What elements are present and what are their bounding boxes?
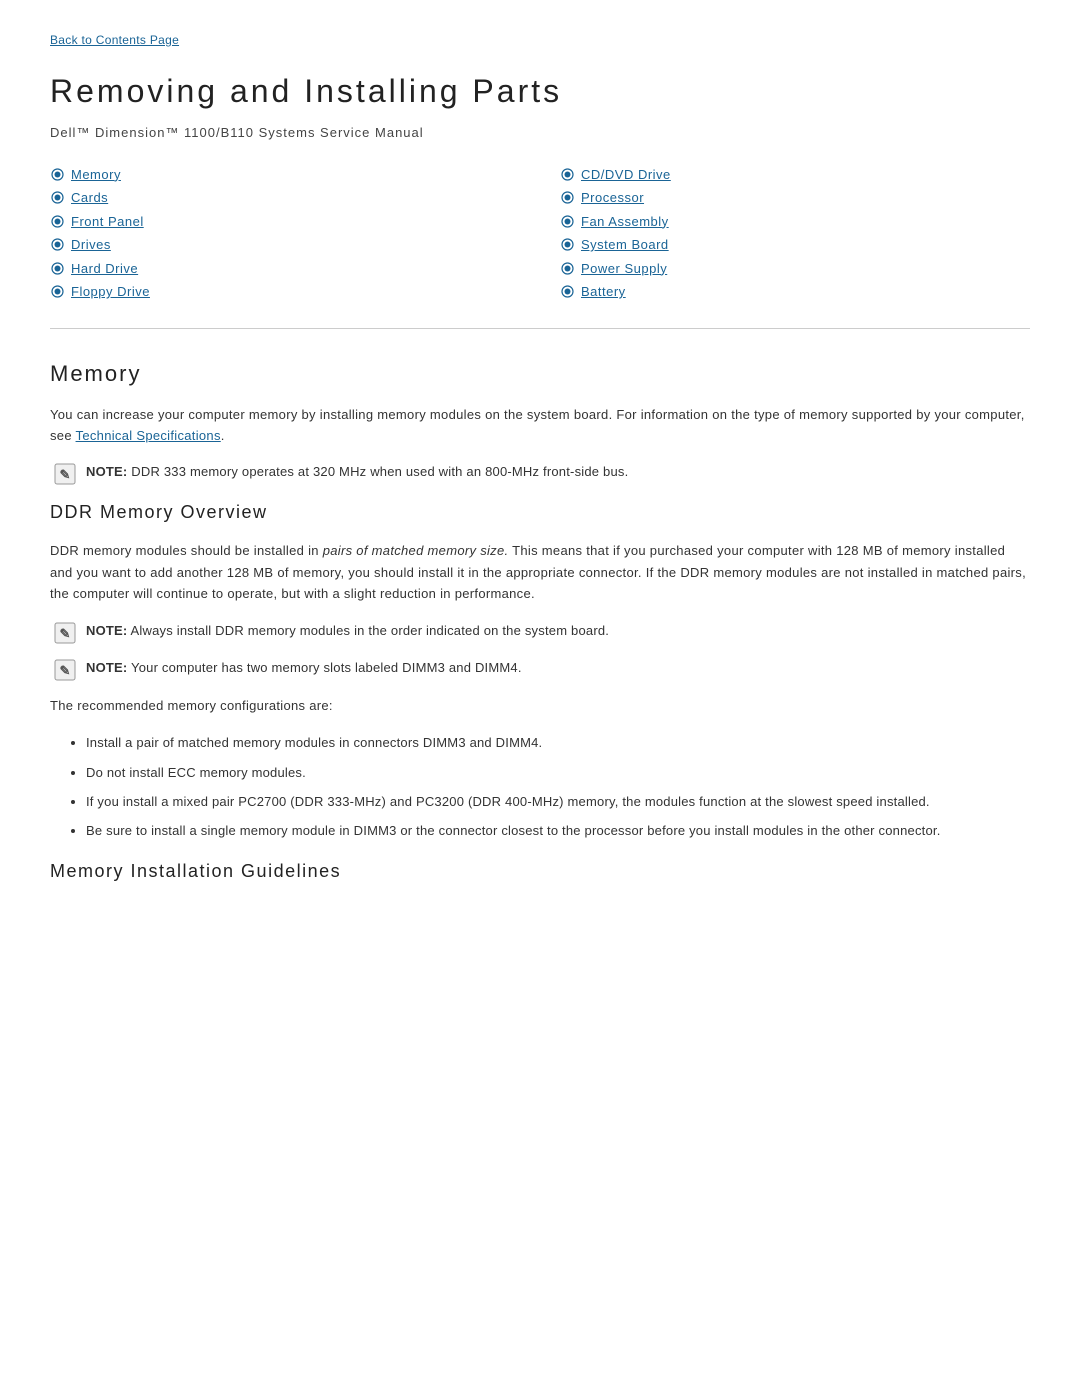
note-icon: ✎ xyxy=(54,659,76,681)
toc-bullet-icon xyxy=(560,214,574,228)
toc-item-processor: Processor xyxy=(560,186,1030,210)
section-divider xyxy=(50,328,1030,329)
ddr-note-1: ✎ NOTE: Always install DDR memory module… xyxy=(50,621,1030,644)
toc-item-fan-assembly: Fan Assembly xyxy=(560,210,1030,234)
page-subtitle: Dell™ Dimension™ 1100/B110 Systems Servi… xyxy=(50,123,1030,143)
toc-item-floppy-drive: Floppy Drive xyxy=(50,280,520,304)
recommended-config-list: Install a pair of matched memory modules… xyxy=(50,732,1030,842)
toc-item-front-panel: Front Panel xyxy=(50,210,520,234)
toc-item-cards: Cards xyxy=(50,186,520,210)
toc-link-cards[interactable]: Cards xyxy=(71,188,108,208)
toc-bullet-icon xyxy=(50,191,64,205)
svg-text:✎: ✎ xyxy=(60,626,71,641)
toc-link-floppy-drive[interactable]: Floppy Drive xyxy=(71,282,150,302)
toc-link-power-supply[interactable]: Power Supply xyxy=(581,259,667,279)
recommended-config-text: The recommended memory configurations ar… xyxy=(50,695,1030,716)
ddr-section-title: DDR Memory Overview xyxy=(50,499,1030,526)
toc-bullet-icon xyxy=(560,261,574,275)
toc-left-column: Memory Cards Front Panel xyxy=(50,163,520,304)
toc-bullet-icon xyxy=(50,238,64,252)
page-title: Removing and Installing Parts xyxy=(50,67,1030,115)
ddr-body-text: DDR memory modules should be installed i… xyxy=(50,540,1030,604)
list-item: Do not install ECC memory modules. xyxy=(86,762,1030,783)
toc-bullet-icon xyxy=(560,167,574,181)
toc-link-memory[interactable]: Memory xyxy=(71,165,121,185)
back-to-contents-link[interactable]: Back to Contents Page xyxy=(50,31,179,49)
toc-item-hard-drive: Hard Drive xyxy=(50,257,520,281)
memory-note-1-text: NOTE: DDR 333 memory operates at 320 MHz… xyxy=(86,462,628,482)
toc-link-front-panel[interactable]: Front Panel xyxy=(71,212,144,232)
installation-section-title: Memory Installation Guidelines xyxy=(50,858,1030,885)
toc-link-fan-assembly[interactable]: Fan Assembly xyxy=(581,212,669,232)
memory-note-1: ✎ NOTE: DDR 333 memory operates at 320 M… xyxy=(50,462,1030,485)
toc-item-battery: Battery xyxy=(560,280,1030,304)
table-of-contents: Memory Cards Front Panel xyxy=(50,163,1030,304)
ddr-note-1-text: NOTE: Always install DDR memory modules … xyxy=(86,621,609,641)
toc-link-hard-drive[interactable]: Hard Drive xyxy=(71,259,138,279)
toc-link-battery[interactable]: Battery xyxy=(581,282,626,302)
toc-link-cd-dvd[interactable]: CD/DVD Drive xyxy=(581,165,671,185)
toc-bullet-icon xyxy=(50,261,64,275)
toc-item-cd-dvd: CD/DVD Drive xyxy=(560,163,1030,187)
ddr-note-2: ✎ NOTE: Your computer has two memory slo… xyxy=(50,658,1030,681)
memory-intro-text: You can increase your computer memory by… xyxy=(50,404,1030,447)
technical-specs-link[interactable]: Technical Specifications xyxy=(76,428,221,443)
toc-item-power-supply: Power Supply xyxy=(560,257,1030,281)
toc-item-memory: Memory xyxy=(50,163,520,187)
toc-link-drives[interactable]: Drives xyxy=(71,235,111,255)
toc-item-system-board: System Board xyxy=(560,233,1030,257)
list-item: If you install a mixed pair PC2700 (DDR … xyxy=(86,791,1030,812)
toc-right-column: CD/DVD Drive Processor Fan Assembly xyxy=(560,163,1030,304)
svg-text:✎: ✎ xyxy=(60,467,71,482)
toc-bullet-icon xyxy=(560,285,574,299)
memory-section-title: Memory xyxy=(50,357,1030,390)
svg-text:✎: ✎ xyxy=(60,663,71,678)
ddr-note-2-text: NOTE: Your computer has two memory slots… xyxy=(86,658,522,678)
toc-bullet-icon xyxy=(560,238,574,252)
toc-bullet-icon xyxy=(50,214,64,228)
toc-bullet-icon xyxy=(560,191,574,205)
toc-link-system-board[interactable]: System Board xyxy=(581,235,669,255)
note-icon: ✎ xyxy=(54,463,76,485)
toc-item-drives: Drives xyxy=(50,233,520,257)
toc-bullet-icon xyxy=(50,167,64,181)
toc-bullet-icon xyxy=(50,285,64,299)
note-icon: ✎ xyxy=(54,622,76,644)
list-item: Be sure to install a single memory modul… xyxy=(86,820,1030,841)
toc-link-processor[interactable]: Processor xyxy=(581,188,644,208)
list-item: Install a pair of matched memory modules… xyxy=(86,732,1030,753)
